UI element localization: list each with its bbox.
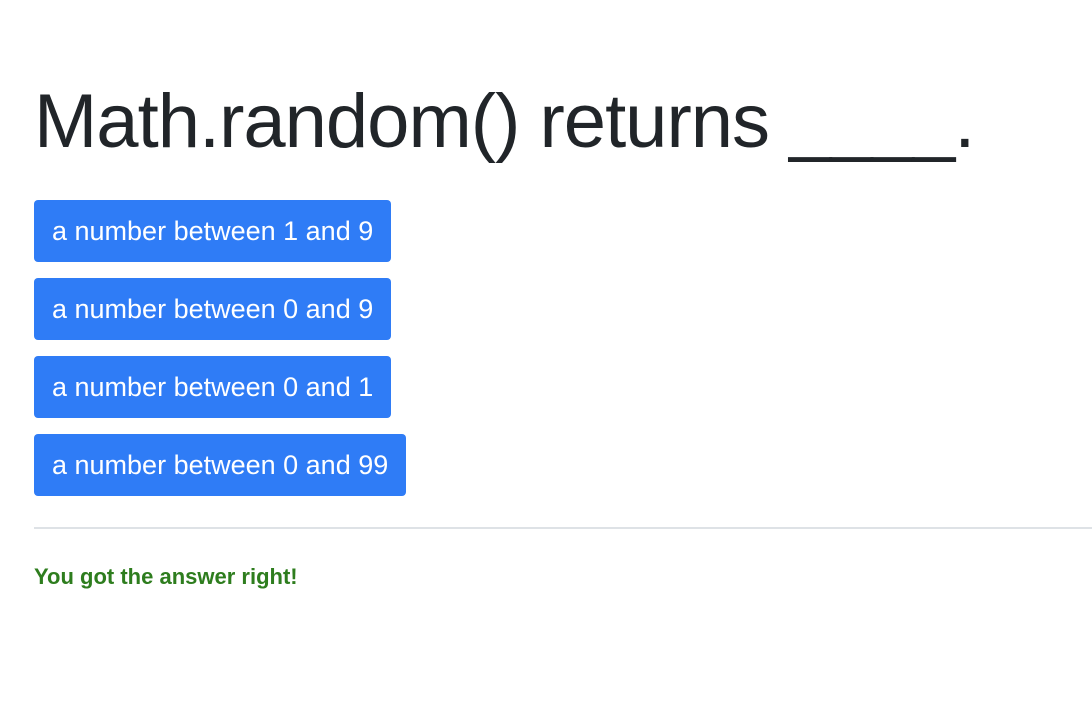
quiz-page: Math.random() returns ____. a number bet…	[0, 0, 1092, 710]
answer-button-2[interactable]: a number between 0 and 9	[34, 278, 392, 340]
divider	[34, 527, 1092, 529]
result-message: You got the answer right!	[34, 564, 298, 589]
answer-list: a number between 1 and 9 a number betwee…	[34, 200, 407, 512]
answer-button-4[interactable]: a number between 0 and 99	[34, 434, 407, 496]
answer-button-3[interactable]: a number between 0 and 1	[34, 356, 392, 418]
answer-button-1[interactable]: a number between 1 and 9	[34, 200, 392, 262]
question-heading: Math.random() returns ____.	[34, 79, 975, 164]
